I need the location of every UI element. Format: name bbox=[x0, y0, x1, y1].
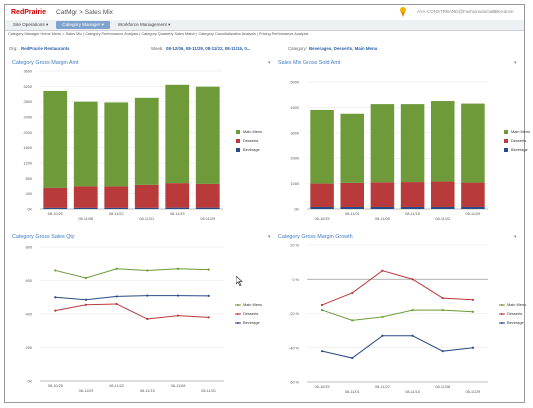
org-label: Org: bbox=[9, 46, 18, 51]
week-label: Week: bbox=[151, 46, 164, 51]
panel-title-gross-sold-amt: Sales Mix Gross Sold Amt bbox=[278, 60, 341, 66]
panel-title-gross-sales-qty: Category Gross Sales Qty bbox=[12, 234, 75, 240]
category-filter[interactable]: Beverages, Desserts, Main Menu bbox=[309, 46, 377, 51]
panel-title-gross-margin-growth: Category Gross Margin Growth bbox=[278, 234, 353, 240]
breadcrumb-links[interactable]: Category Manager Home Menu > Sales Mix |… bbox=[5, 32, 524, 38]
panel-menu-1[interactable]: ▾ bbox=[268, 60, 271, 66]
panel-menu-2[interactable]: ▾ bbox=[514, 60, 517, 66]
org-filter[interactable]: RedPrairie Restaurants bbox=[21, 46, 70, 51]
panel-menu-4[interactable]: ▾ bbox=[514, 234, 517, 240]
app-title: CatMgr > Sales Mix bbox=[56, 8, 113, 16]
ribbon-icon bbox=[400, 7, 406, 17]
panel-title-gross-margin-amt: Category Gross Margin Amt bbox=[12, 60, 79, 66]
week-filter[interactable]: 08-12/06, 08-11/29, 08-11/22, 08-11/15, … bbox=[166, 46, 250, 51]
site-admin-link[interactable]: SiteAdmin bbox=[493, 9, 514, 14]
mouse-cursor-icon bbox=[236, 276, 243, 286]
category-label: Category: bbox=[288, 46, 308, 51]
nav-site-operations[interactable]: Site Operations ▾ bbox=[7, 21, 54, 29]
user-name[interactable]: AYA-CONSTRBAND@Fashionsdomain bbox=[417, 9, 496, 14]
app-window: RedPrairie CatMgr > Sales Mix AYA-CONSTR… bbox=[4, 4, 525, 403]
main-nav: Site Operations ▾ Category Manager ▾ Wor… bbox=[5, 20, 524, 31]
filter-bar: Org: RedPrairie Restaurants Week: 08-12/… bbox=[5, 46, 524, 54]
nav-category-manager[interactable]: Category Manager ▾ bbox=[56, 21, 110, 29]
nav-workforce-management[interactable]: Workforce Management ▾ bbox=[112, 21, 177, 29]
panel-menu-3[interactable]: ▾ bbox=[268, 234, 271, 240]
brand-logo[interactable]: RedPrairie bbox=[11, 9, 46, 16]
